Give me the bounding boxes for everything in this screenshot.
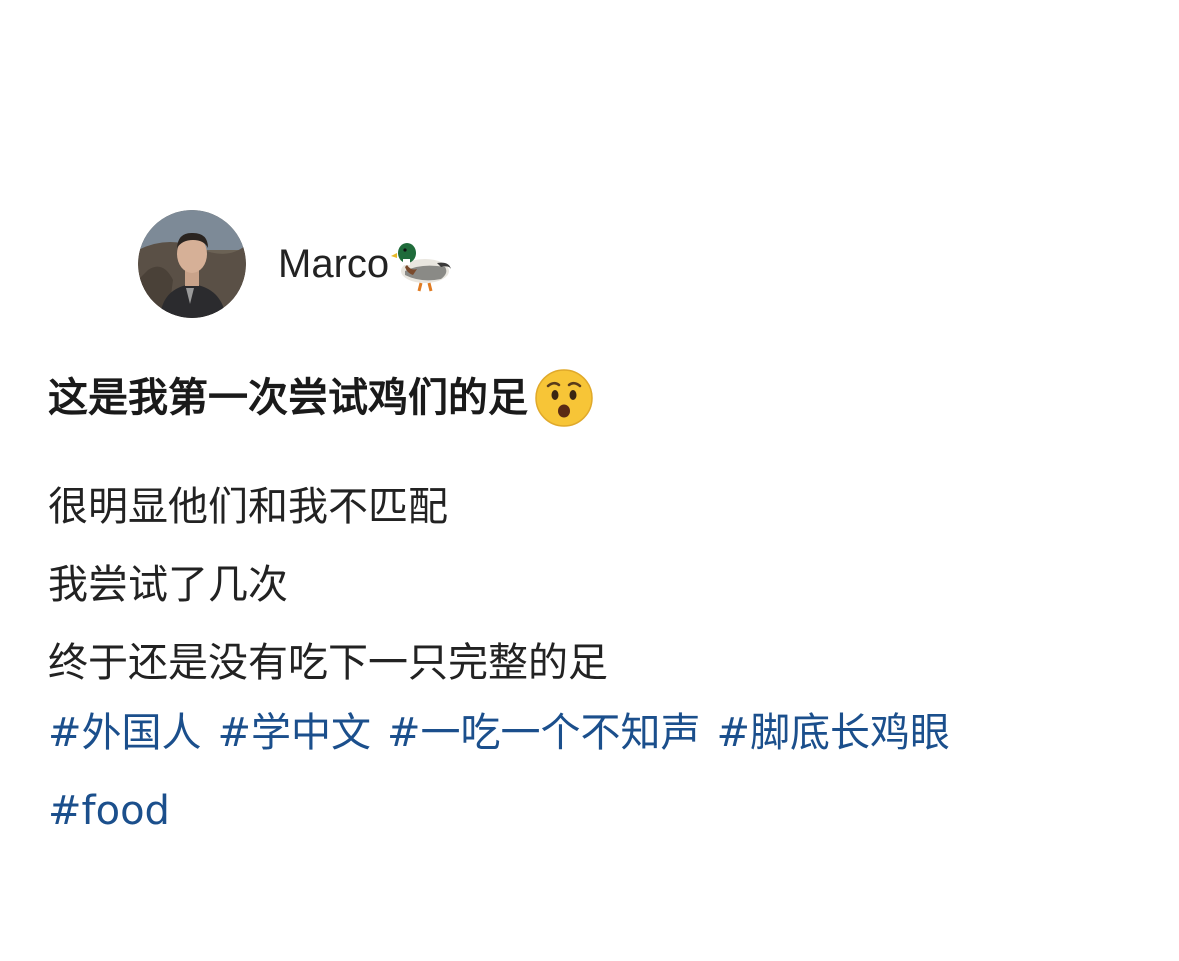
body-line: 终于还是没有吃下一只完整的足 — [48, 640, 608, 686]
post-body: 很明显他们和我不匹配 我尝试了几次 终于还是没有吃下一只完整的足 — [48, 468, 608, 702]
body-line: 很明显他们和我不匹配 — [48, 484, 448, 530]
hashtag-row: #外国人 #学中文 #一吃一个不知声 #脚底长鸡眼 — [48, 698, 1148, 776]
hashtag-link[interactable]: #外国人 — [48, 710, 202, 756]
author-name-wrap[interactable]: Marco — [278, 235, 453, 293]
post-title: 这是我第一次尝试鸡们的足 — [48, 366, 594, 430]
duck-icon — [391, 235, 453, 293]
hashtag-row: #food — [48, 776, 1148, 854]
hashtag-link[interactable]: #food — [48, 788, 170, 834]
hashtag-link[interactable]: #脚底长鸡眼 — [717, 710, 951, 756]
avatar[interactable] — [138, 210, 246, 318]
body-line: 我尝试了几次 — [48, 562, 288, 608]
user-avatar-photo — [138, 210, 246, 318]
hashtag-link[interactable]: #学中文 — [218, 710, 372, 756]
post-card: Marco 这是我第一次尝试鸡们的足 很明显他们和我不匹配 我尝试了几次 终于还… — [0, 0, 1179, 961]
post-title-text: 这是我第一次尝试鸡们的足 — [48, 375, 528, 421]
author-row[interactable]: Marco — [138, 209, 453, 319]
hashtag-list: #外国人 #学中文 #一吃一个不知声 #脚底长鸡眼 #food — [48, 698, 1148, 854]
hashtag-link[interactable]: #一吃一个不知声 — [387, 710, 701, 756]
author-name[interactable]: Marco — [278, 240, 389, 288]
anxious-face-icon — [534, 368, 594, 428]
